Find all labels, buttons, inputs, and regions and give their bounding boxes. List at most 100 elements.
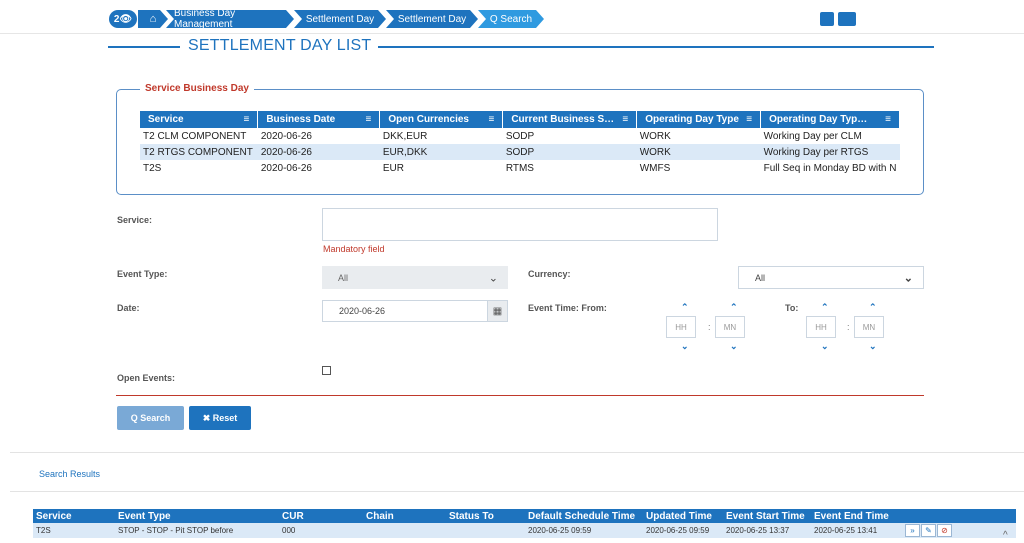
print-icon[interactable] bbox=[838, 12, 856, 26]
time-separator: : bbox=[847, 322, 850, 332]
column-header[interactable]: Open Currencies ≡ bbox=[379, 111, 504, 128]
top-bar: 2👁 ⌂ Business Day Management Settlement … bbox=[0, 0, 1024, 34]
home-icon[interactable]: ⌂ bbox=[138, 10, 168, 28]
column-header[interactable]: CUR bbox=[279, 509, 363, 523]
time-separator: : bbox=[708, 322, 711, 332]
breadcrumb-badge[interactable]: 2👁 bbox=[109, 10, 137, 28]
hour-down-icon[interactable]: ⌄ bbox=[681, 341, 689, 352]
table-cell: 2020-06-26 bbox=[257, 144, 380, 160]
search-results-panel bbox=[10, 452, 1024, 492]
table-cell: 2020-06-26 bbox=[260, 162, 312, 174]
table-cell: T2 CLM COMPONENT bbox=[143, 130, 247, 142]
table-cell: 2020-06-26 bbox=[260, 130, 312, 142]
column-header[interactable]: Event End Time bbox=[811, 509, 902, 523]
save-icon[interactable] bbox=[820, 12, 834, 26]
cancel-icon[interactable]: ⊘ bbox=[937, 524, 952, 537]
table-cell: RTMS bbox=[505, 162, 534, 174]
hour-up-icon[interactable]: ⌃ bbox=[681, 302, 689, 313]
chevron-down-icon: ⌄ bbox=[903, 272, 913, 284]
results-table: Service Event Type CUR Chain Status To D… bbox=[33, 509, 1016, 538]
event-type-value: All bbox=[338, 272, 349, 283]
table-row[interactable]: T2 CLM COMPONENT 2020-06-26 DKK,EUR SODP… bbox=[140, 128, 900, 144]
table-row[interactable]: T2 RTGS COMPONENT 2020-06-26 EUR,DKK SOD… bbox=[140, 144, 900, 160]
date-input[interactable]: 2020-06-26 bbox=[322, 300, 488, 322]
from-hour-input[interactable]: HH bbox=[666, 316, 696, 338]
event-type-label: Event Type: bbox=[117, 269, 168, 279]
minute-up-icon[interactable]: ⌃ bbox=[869, 302, 877, 313]
from-minute-input[interactable]: MN bbox=[715, 316, 745, 338]
reset-button[interactable]: ✖ Reset bbox=[189, 406, 251, 430]
breadcrumb-item-settlement-day-2[interactable]: Settlement Day bbox=[386, 10, 478, 28]
event-time-from-label: Event Time: From: bbox=[528, 303, 607, 313]
open-events-checkbox[interactable] bbox=[322, 366, 331, 375]
hour-up-icon[interactable]: ⌃ bbox=[821, 302, 829, 313]
calendar-icon[interactable]: ▦ bbox=[487, 300, 508, 322]
to-minute-input[interactable]: MN bbox=[854, 316, 884, 338]
column-header[interactable]: Event Type bbox=[115, 509, 279, 523]
row-actions: » ✎ ⊘ bbox=[902, 523, 1016, 538]
breadcrumb-item-business-day-management[interactable]: Business Day Management bbox=[166, 10, 294, 28]
service-input[interactable] bbox=[322, 208, 718, 241]
page-title: SETTLEMENT DAY LIST bbox=[188, 37, 372, 54]
column-header[interactable]: Default Schedule Time bbox=[525, 509, 643, 523]
breadcrumb-item-settlement-day-1[interactable]: Settlement Day bbox=[294, 10, 386, 28]
table-cell: Working Day per RTGS bbox=[760, 144, 900, 160]
column-header[interactable]: Operating Day Typ… ≡ bbox=[760, 111, 900, 128]
title-divider-left bbox=[108, 46, 180, 48]
column-header[interactable]: Service ≡ bbox=[140, 111, 259, 128]
column-header[interactable]: Operating Day Type ≡ bbox=[636, 111, 762, 128]
column-menu-icon: ≡ bbox=[622, 114, 629, 125]
table-header-row: Service ≡ Business Date ≡ Open Currencies ≡… bbox=[140, 111, 900, 128]
top-icons bbox=[820, 12, 856, 26]
open-events-label: Open Events: bbox=[117, 373, 176, 383]
table-cell: WORK bbox=[639, 130, 671, 142]
column-header[interactable]: Service bbox=[33, 509, 115, 523]
column-menu-icon: ≡ bbox=[243, 114, 250, 125]
form-divider bbox=[116, 395, 924, 396]
search-results-label[interactable]: Search Results bbox=[39, 469, 100, 479]
column-header[interactable]: Status To bbox=[446, 509, 525, 523]
column-menu-icon: ≡ bbox=[746, 114, 753, 125]
expand-icon[interactable]: » bbox=[905, 524, 920, 537]
table-cell: Working Day per CLM bbox=[763, 130, 862, 142]
to-label: To: bbox=[785, 303, 799, 313]
scroll-up-icon[interactable]: ^ bbox=[1003, 530, 1008, 541]
column-header[interactable]: Current Business S… ≡ bbox=[502, 111, 638, 128]
column-header[interactable]: Chain bbox=[363, 509, 446, 523]
breadcrumb-item-search[interactable]: Q Search bbox=[478, 10, 544, 28]
search-button[interactable]: Q Search bbox=[117, 406, 184, 430]
table-cell: SODP bbox=[502, 144, 637, 160]
minute-down-icon[interactable]: ⌄ bbox=[730, 341, 738, 352]
edit-icon[interactable]: ✎ bbox=[921, 524, 936, 537]
table-cell: STOP - STOP - Pit STOP before bbox=[115, 523, 279, 538]
settlement-day-page: 2👁 ⌂ Business Day Management Settlement … bbox=[0, 0, 1024, 543]
table-cell: T2 RTGS COMPONENT bbox=[140, 144, 258, 160]
column-menu-icon: ≡ bbox=[365, 114, 372, 125]
column-header[interactable]: Updated Time bbox=[643, 509, 723, 523]
table-cell: WORK bbox=[636, 144, 761, 160]
event-type-select[interactable]: All ⌄ bbox=[322, 266, 508, 289]
mandatory-field-message: Mandatory field bbox=[323, 244, 385, 254]
service-business-day-legend: Service Business Day bbox=[140, 83, 254, 94]
table-cell: T2S bbox=[143, 162, 162, 174]
table-cell: SODP bbox=[505, 130, 535, 142]
hour-down-icon[interactable]: ⌄ bbox=[821, 341, 829, 352]
title-divider-right bbox=[378, 46, 934, 48]
left-rail bbox=[0, 34, 10, 543]
currency-value: All bbox=[755, 272, 766, 283]
minute-down-icon[interactable]: ⌄ bbox=[869, 341, 877, 352]
column-header[interactable]: Business Date ≡ bbox=[257, 111, 381, 128]
table-cell: 2020-06-25 09:59 bbox=[525, 523, 643, 538]
currency-select[interactable]: All ⌄ bbox=[738, 266, 924, 289]
table-row[interactable]: T2S 2020-06-26 EUR RTMS WMFS Full Seq in… bbox=[140, 160, 900, 176]
date-label: Date: bbox=[117, 303, 140, 313]
table-cell: 2020-06-25 13:37 bbox=[723, 523, 811, 538]
to-hour-input[interactable]: HH bbox=[806, 316, 836, 338]
results-header-row: Service Event Type CUR Chain Status To D… bbox=[33, 509, 1016, 523]
table-cell bbox=[446, 523, 525, 538]
table-cell: 000 bbox=[279, 523, 363, 538]
table-cell: WMFS bbox=[639, 162, 671, 174]
table-row[interactable]: T2S STOP - STOP - Pit STOP before 000 20… bbox=[33, 523, 1016, 538]
minute-up-icon[interactable]: ⌃ bbox=[730, 302, 738, 313]
column-header[interactable]: Event Start Time bbox=[723, 509, 811, 523]
